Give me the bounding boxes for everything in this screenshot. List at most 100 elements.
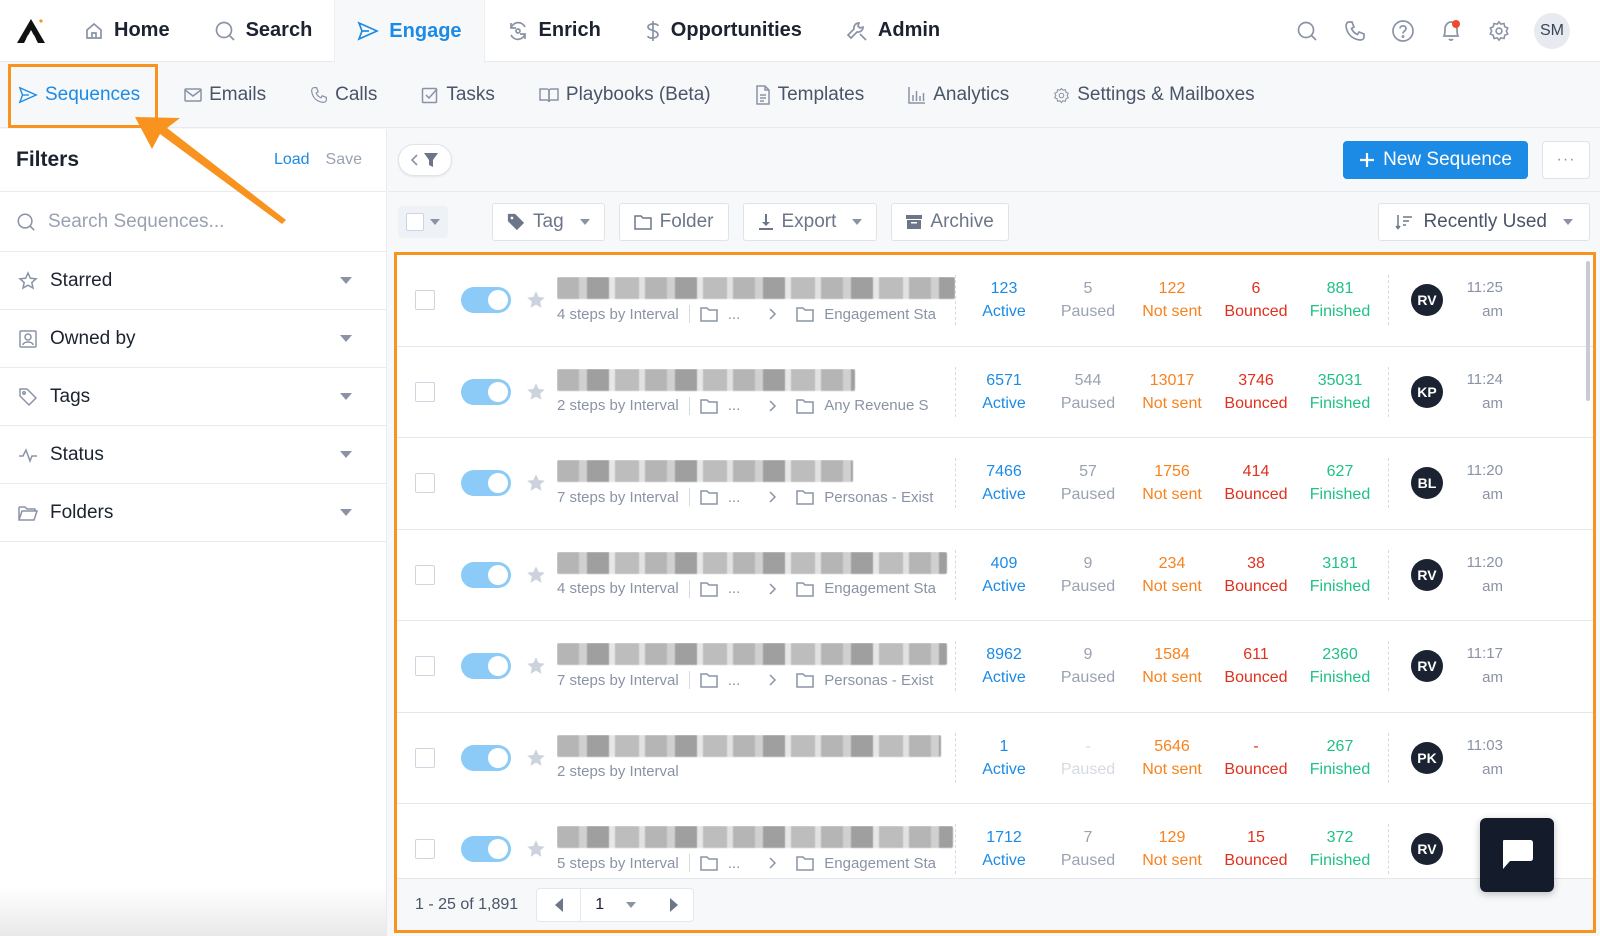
help-button[interactable]	[1390, 18, 1416, 44]
stat-active[interactable]: 6571 Active	[962, 369, 1046, 415]
sequence-name-redacted[interactable]	[557, 368, 855, 391]
stat-not-sent[interactable]: 129 Not sent	[1130, 826, 1214, 872]
global-search-button[interactable]	[1294, 18, 1320, 44]
tab-playbooks[interactable]: Playbooks (Beta)	[539, 84, 711, 106]
tag-button[interactable]: Tag	[492, 203, 605, 241]
folder-ellipsis[interactable]: ...	[728, 855, 741, 872]
folder-name[interactable]: Personas - Exist	[824, 489, 933, 506]
folder-ellipsis[interactable]: ...	[728, 306, 741, 323]
sequence-row[interactable]: 2 steps by Interval 1 Active - Paused 5646…	[397, 713, 1593, 804]
stat-finished[interactable]: 267 Finished	[1298, 735, 1382, 781]
top-nav-search[interactable]: Search	[192, 0, 335, 62]
row-checkbox[interactable]	[415, 656, 435, 677]
filter-starred[interactable]: Starred	[0, 252, 386, 310]
stat-bounced[interactable]: 611 Bounced	[1214, 643, 1298, 689]
more-options-button[interactable]: ···	[1542, 141, 1590, 179]
tab-templates[interactable]: Templates	[755, 84, 864, 106]
folder-name[interactable]: Engagement Sta	[824, 580, 936, 597]
sort-dropdown[interactable]: Recently Used	[1378, 203, 1590, 241]
stat-active[interactable]: 123 Active	[962, 277, 1046, 323]
star-icon[interactable]	[525, 747, 547, 769]
star-icon[interactable]	[525, 838, 547, 860]
sequence-active-toggle[interactable]	[461, 561, 511, 588]
sequence-row[interactable]: 4 steps by Interval ... Engagement Sta 4…	[397, 530, 1593, 621]
sequence-row[interactable]: 7 steps by Interval ... Personas - Exist…	[397, 438, 1593, 530]
select-all-checkbox[interactable]	[398, 206, 448, 238]
sequence-active-toggle[interactable]	[461, 287, 511, 314]
stat-active[interactable]: 7466 Active	[962, 460, 1046, 506]
sequence-row[interactable]: 7 steps by Interval ... Personas - Exist…	[397, 621, 1593, 713]
tab-calls[interactable]: Calls	[310, 84, 377, 106]
page-select[interactable]: 1	[581, 896, 655, 914]
row-checkbox[interactable]	[415, 381, 435, 402]
stat-paused[interactable]: 9 Paused	[1046, 552, 1130, 598]
export-button[interactable]: Export	[742, 203, 878, 241]
top-nav-home[interactable]: Home	[62, 0, 192, 62]
folder-name[interactable]: Any Revenue S	[824, 397, 928, 414]
dialer-button[interactable]	[1342, 18, 1368, 44]
new-sequence-button[interactable]: New Sequence	[1343, 141, 1528, 179]
sequence-name-redacted[interactable]	[557, 551, 947, 574]
stat-bounced[interactable]: - Bounced	[1214, 735, 1298, 781]
sequence-name-redacted[interactable]	[557, 643, 947, 666]
filter-owned-by[interactable]: Owned by	[0, 310, 386, 368]
folder-ellipsis[interactable]: ...	[728, 672, 741, 689]
next-page-button[interactable]	[655, 897, 693, 912]
stat-not-sent[interactable]: 13017 Not sent	[1130, 369, 1214, 415]
stat-not-sent[interactable]: 5646 Not sent	[1130, 735, 1214, 781]
chat-launcher-button[interactable]	[1480, 818, 1554, 892]
stat-bounced[interactable]: 414 Bounced	[1214, 460, 1298, 506]
sequence-active-toggle[interactable]	[461, 744, 511, 771]
stat-paused[interactable]: 57 Paused	[1046, 460, 1130, 506]
top-nav-enrich[interactable]: Enrich	[485, 0, 623, 62]
stat-finished[interactable]: 3181 Finished	[1298, 552, 1382, 598]
stat-active[interactable]: 1712 Active	[962, 826, 1046, 872]
folder-ellipsis[interactable]: ...	[728, 489, 741, 506]
tab-sequences[interactable]: Sequences	[18, 84, 140, 106]
stat-not-sent[interactable]: 122 Not sent	[1130, 277, 1214, 323]
row-checkbox[interactable]	[415, 839, 435, 860]
folder-ellipsis[interactable]: ...	[728, 580, 741, 597]
folder-name[interactable]: Personas - Exist	[824, 672, 933, 689]
stat-paused[interactable]: 5 Paused	[1046, 277, 1130, 323]
sequence-active-toggle[interactable]	[461, 836, 511, 863]
sequence-name-redacted[interactable]	[557, 277, 955, 300]
folder-ellipsis[interactable]: ...	[728, 397, 741, 414]
tab-emails[interactable]: Emails	[184, 84, 266, 106]
stat-paused[interactable]: 544 Paused	[1046, 369, 1130, 415]
stat-not-sent[interactable]: 1756 Not sent	[1130, 460, 1214, 506]
sequence-active-toggle[interactable]	[461, 653, 511, 680]
filter-tags[interactable]: Tags	[0, 368, 386, 426]
stat-not-sent[interactable]: 1584 Not sent	[1130, 643, 1214, 689]
archive-button[interactable]: Archive	[891, 203, 1009, 241]
stat-bounced[interactable]: 6 Bounced	[1214, 277, 1298, 323]
filter-folders[interactable]: Folders	[0, 484, 386, 542]
stat-finished[interactable]: 2360 Finished	[1298, 643, 1382, 689]
sequence-name-redacted[interactable]	[557, 826, 953, 849]
settings-button[interactable]	[1486, 18, 1512, 44]
stat-paused[interactable]: 9 Paused	[1046, 643, 1130, 689]
star-icon[interactable]	[525, 655, 547, 677]
row-checkbox[interactable]	[415, 747, 435, 768]
sequence-name-redacted[interactable]	[557, 460, 853, 483]
stat-bounced[interactable]: 38 Bounced	[1214, 552, 1298, 598]
app-logo[interactable]	[0, 0, 62, 62]
top-nav-engage[interactable]: Engage	[334, 0, 485, 63]
tab-tasks[interactable]: Tasks	[421, 84, 495, 106]
folder-name[interactable]: Engagement Sta	[824, 855, 936, 872]
row-checkbox[interactable]	[415, 290, 435, 311]
stat-finished[interactable]: 881 Finished	[1298, 277, 1382, 323]
sequence-active-toggle[interactable]	[461, 378, 511, 405]
previous-page-button[interactable]	[537, 888, 582, 921]
stat-finished[interactable]: 627 Finished	[1298, 460, 1382, 506]
folder-name[interactable]: Engagement Sta	[824, 306, 936, 323]
row-checkbox[interactable]	[415, 564, 435, 585]
folder-button[interactable]: Folder	[618, 203, 729, 241]
sequence-active-toggle[interactable]	[461, 470, 511, 497]
stat-not-sent[interactable]: 234 Not sent	[1130, 552, 1214, 598]
load-filters-link[interactable]: Load	[274, 151, 310, 169]
stat-bounced[interactable]: 15 Bounced	[1214, 826, 1298, 872]
sequence-row[interactable]: 2 steps by Interval ... Any Revenue S 65…	[397, 347, 1593, 438]
sequence-name-redacted[interactable]	[557, 735, 941, 758]
row-checkbox[interactable]	[415, 473, 435, 494]
